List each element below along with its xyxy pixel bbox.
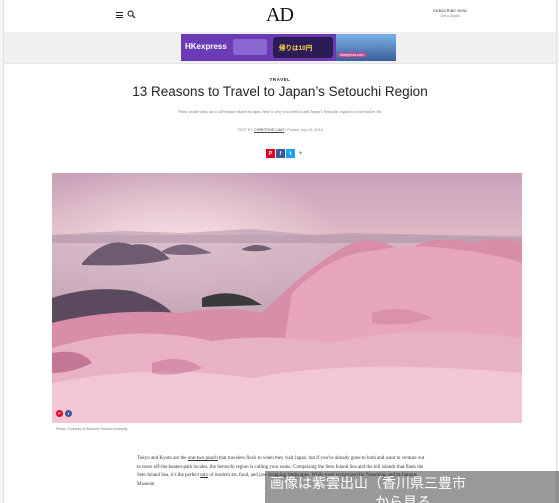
share-bar: P f t + [266, 149, 305, 158]
hero-share-bar: P f [56, 410, 72, 417]
posted-date: Posted July 29, 2018 [287, 128, 323, 132]
overlay-caption: 画像は紫雲出山（香川県三豊市 から見る [265, 471, 559, 503]
ad-banner[interactable]: HKexpress 帰りは10円 hkexpress.com [181, 34, 396, 61]
ad-promo-text: 帰りは10円 [279, 45, 313, 52]
more-share-button[interactable]: + [296, 150, 305, 157]
ad-band: HKexpress 帰りは10円 hkexpress.com [4, 33, 556, 64]
ad-url: hkexpress.com [338, 53, 366, 57]
body-link[interactable]: mix [200, 473, 208, 478]
article-title: 13 Reasons to Travel to Japan’s Setouchi… [132, 84, 428, 99]
search-icon[interactable] [127, 10, 136, 19]
site-logo[interactable]: AD [266, 4, 294, 27]
hamburger-menu-icon[interactable] [116, 12, 123, 18]
site-header: AD SUBSCRIBE NOW Gift a Digital [4, 0, 556, 33]
hero-facebook-button[interactable]: f [65, 410, 72, 417]
byline-prefix: TEXT BY [237, 128, 253, 132]
photo-credit: Photo: Courtesy of Setouchi Tourism Auth… [56, 427, 128, 431]
overlay-caption-line2: から見る [375, 495, 431, 503]
cherry-blossom-landscape [52, 173, 522, 423]
twitter-share-button[interactable]: t [286, 149, 295, 158]
body-text: one-two punch [187, 456, 218, 461]
ad-plane-image [233, 39, 267, 55]
subscribe-label: SUBSCRIBE NOW [433, 9, 467, 13]
page-frame: AD SUBSCRIBE NOW Gift a Digital HKexpres… [3, 0, 557, 503]
body-text: Tokyo and Kyoto are the [137, 456, 188, 461]
pinterest-share-button[interactable]: P [266, 149, 275, 158]
overlay-caption-line1: 画像は紫雲出山（香川県三豊市 [270, 476, 466, 492]
hero-image [52, 173, 522, 423]
gift-label: Gift a Digital [440, 14, 460, 18]
author-link[interactable]: CHRISTINE LIAO [254, 128, 284, 132]
byline: TEXT BY CHRISTINE LIAO | Posted July 29,… [4, 128, 556, 132]
ad-brand: HKexpress [185, 42, 227, 51]
article-kicker[interactable]: TRAVEL [4, 77, 556, 82]
ad-promo: 帰りは10円 [273, 37, 333, 58]
article-dek: From world-class art to all-season islan… [178, 109, 382, 114]
facebook-share-button[interactable]: f [276, 149, 285, 158]
subscribe-link[interactable]: SUBSCRIBE NOW Gift a Digital [420, 9, 480, 18]
hero-pinterest-button[interactable]: P [56, 410, 63, 417]
